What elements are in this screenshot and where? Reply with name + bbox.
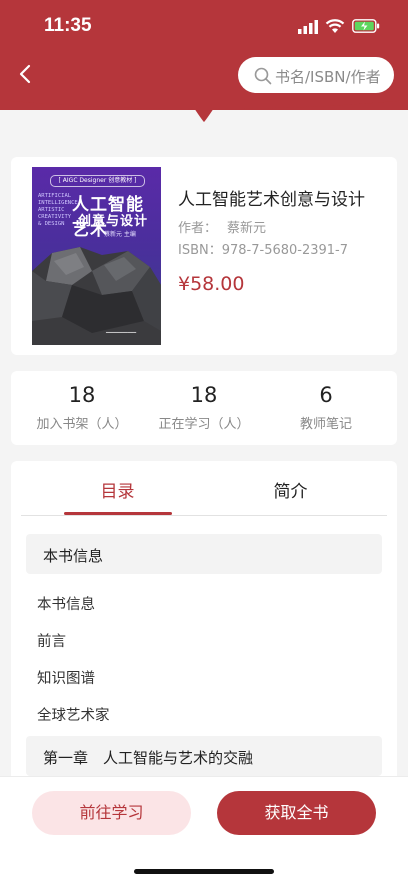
book-stats-card: 18 加入书架（人） 18 正在学习（人） 6 教师笔记 xyxy=(11,371,397,445)
stat-learning: 18 正在学习（人） xyxy=(140,383,268,432)
toc-item-preface[interactable]: 前言 xyxy=(37,630,66,651)
cover-title-line2: 创意与设计 xyxy=(78,214,149,229)
get-full-book-button[interactable]: 获取全书 xyxy=(217,791,376,835)
stat-label: 正在学习（人） xyxy=(158,417,250,432)
cover-publisher-mark: ━━━━━━━━━━ xyxy=(106,330,137,336)
book-price: ¥58.00 xyxy=(178,273,245,295)
book-info-card: [ AIGC Designer 创意教材 ] ARTIFICIAL INTELL… xyxy=(11,157,397,355)
stat-shelf: 18 加入书架（人） xyxy=(18,383,146,432)
status-time: 11:35 xyxy=(44,15,92,36)
toc-item-global-artists[interactable]: 全球艺术家 xyxy=(37,704,110,725)
cover-tag: [ AIGC Designer 创意教材 ] xyxy=(50,175,145,187)
toc-section-book-info[interactable]: 本书信息 xyxy=(26,534,382,574)
header-curve xyxy=(0,96,408,122)
book-cover[interactable]: [ AIGC Designer 创意教材 ] ARTIFICIAL INTELL… xyxy=(32,167,161,345)
cover-rock-image xyxy=(32,247,161,345)
stat-notes[interactable]: 6 教师笔记 xyxy=(262,383,390,432)
home-indicator[interactable] xyxy=(134,869,274,874)
search-placeholder: 书名/ISBN/作者 xyxy=(275,68,381,86)
wifi-icon xyxy=(325,19,345,33)
signal-icon xyxy=(298,20,318,34)
toc-section-chapter1[interactable]: 第一章 人工智能与艺术的交融 xyxy=(26,736,382,776)
book-isbn: ISBN：978-7-5680-2391-7 xyxy=(178,243,349,258)
go-study-button[interactable]: 前往学习 xyxy=(32,791,191,835)
stat-value: 18 xyxy=(190,383,218,407)
back-arrow-icon[interactable] xyxy=(14,62,38,86)
stat-value: 6 xyxy=(319,383,333,407)
toc-section-label: 第一章 人工智能与艺术的交融 xyxy=(43,749,254,767)
toc-section-label: 本书信息 xyxy=(43,547,104,565)
book-contents-panel: 目录 简介 本书信息 本书信息 前言 知识图谱 全球艺术家 第一章 人工智能与艺… xyxy=(11,461,397,781)
stat-label: 加入书架（人） xyxy=(36,417,128,432)
search-icon xyxy=(254,67,272,85)
book-author: 作者： 蔡新元 xyxy=(178,221,267,236)
cover-author: 蔡新元 主编 xyxy=(104,231,136,238)
tab-intro[interactable]: 简介 xyxy=(194,477,387,502)
tab-contents[interactable]: 目录 xyxy=(21,477,214,502)
stat-label: 教师笔记 xyxy=(299,417,352,432)
status-bar: 11:35 xyxy=(0,0,408,52)
tab-divider xyxy=(21,515,387,516)
search-input[interactable]: 书名/ISBN/作者 xyxy=(238,57,394,93)
toc-item-book-info[interactable]: 本书信息 xyxy=(37,593,95,614)
toc-item-knowledge-map[interactable]: 知识图谱 xyxy=(37,667,95,688)
stat-value: 18 xyxy=(68,383,96,407)
book-title: 人工智能艺术创意与设计 xyxy=(178,190,365,210)
bottom-action-bar: 前往学习 获取全书 xyxy=(0,776,408,884)
battery-icon xyxy=(352,19,380,33)
